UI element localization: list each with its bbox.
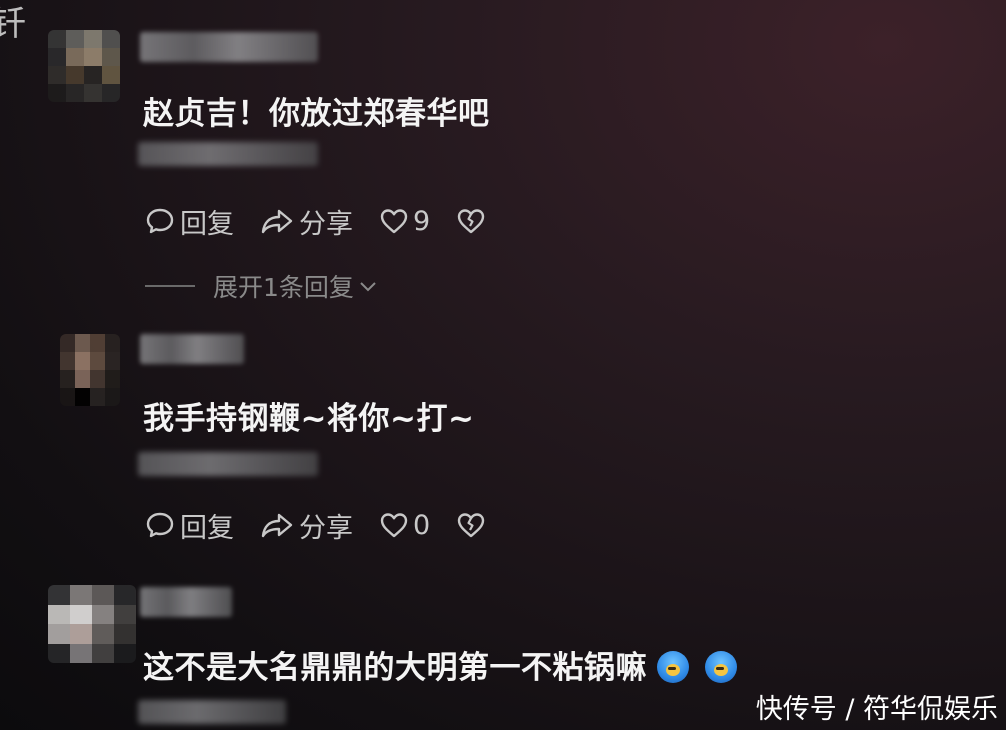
heart-icon bbox=[380, 209, 408, 234]
like-count: 9 bbox=[413, 205, 431, 237]
avatar[interactable] bbox=[48, 585, 136, 663]
comment-text: 赵贞吉！你放过郑春华吧 bbox=[143, 96, 490, 132]
avatar[interactable] bbox=[48, 30, 120, 102]
expand-replies-button[interactable]: 展开1条回复 bbox=[145, 268, 379, 304]
comment-actions: 回复 分享 0 bbox=[145, 505, 512, 545]
chevron-down-icon bbox=[360, 282, 376, 292]
share-button[interactable]: 分享 bbox=[260, 202, 353, 241]
avatar[interactable] bbox=[60, 334, 120, 406]
share-label: 分享 bbox=[299, 208, 353, 240]
like-count: 0 bbox=[413, 509, 431, 541]
share-label: 分享 bbox=[299, 512, 353, 544]
share-arrow-icon bbox=[261, 513, 293, 538]
watermark: 快传号 / 符华侃娱乐 bbox=[755, 694, 998, 725]
broken-heart-icon bbox=[457, 209, 485, 234]
emoji-icon bbox=[657, 650, 689, 683]
reply-button[interactable]: 回复 bbox=[145, 506, 234, 545]
expand-label: 展开1条回复 bbox=[213, 273, 354, 302]
broken-heart-icon bbox=[457, 513, 485, 538]
share-button[interactable]: 分享 bbox=[260, 506, 353, 545]
username[interactable] bbox=[140, 587, 232, 617]
comment-text: 我手持钢鞭~将你~打~ bbox=[143, 401, 475, 437]
cut-off-char: 钎 bbox=[0, 4, 26, 44]
dislike-button[interactable] bbox=[456, 206, 486, 236]
reply-button[interactable]: 回复 bbox=[145, 202, 234, 241]
expand-divider bbox=[145, 285, 195, 287]
share-arrow-icon bbox=[261, 209, 293, 234]
like-button[interactable]: 0 bbox=[379, 510, 430, 541]
username[interactable] bbox=[140, 334, 244, 364]
comment-text: 这不是大名鼎鼎的大明第一不粘锅嘛 bbox=[143, 642, 737, 687]
emoji-icon bbox=[705, 650, 737, 683]
comment-meta bbox=[138, 142, 318, 166]
username[interactable] bbox=[140, 32, 318, 62]
comment-text-content: 这不是大名鼎鼎的大明第一不粘锅嘛 bbox=[143, 650, 647, 686]
reply-label: 回复 bbox=[180, 512, 234, 544]
chat-bubble-icon bbox=[146, 208, 174, 234]
chat-bubble-icon bbox=[146, 512, 174, 538]
comment-actions: 回复 分享 9 bbox=[145, 201, 512, 241]
comment-meta bbox=[138, 452, 318, 476]
comment-meta bbox=[138, 700, 286, 724]
like-button[interactable]: 9 bbox=[379, 206, 430, 237]
heart-icon bbox=[380, 513, 408, 538]
dislike-button[interactable] bbox=[456, 510, 486, 540]
reply-label: 回复 bbox=[180, 208, 234, 240]
